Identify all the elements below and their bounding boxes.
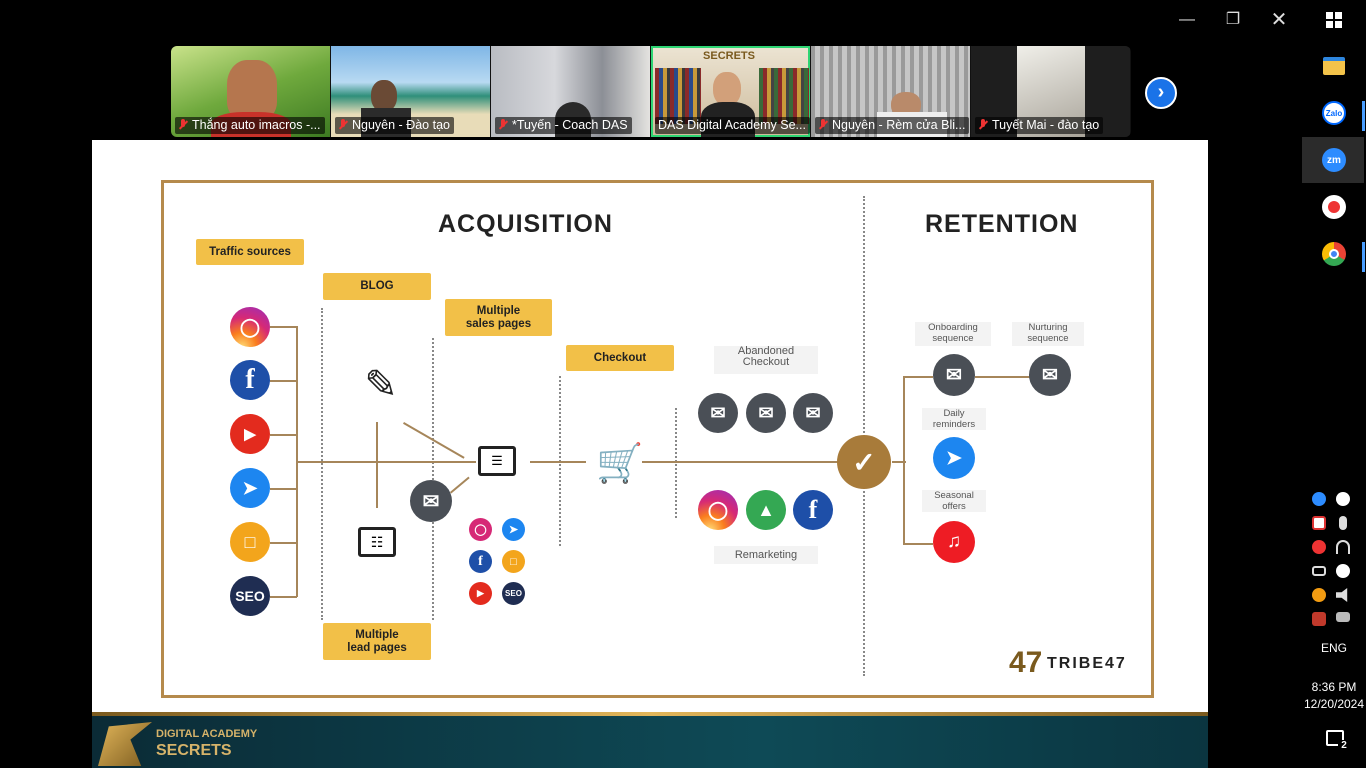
slide-footer-band: DIGITAL ACADEMY SECRETS [92, 712, 1208, 768]
sales-pages-tag: Multiple sales pages [445, 299, 552, 336]
folder-icon: □ [502, 550, 525, 573]
zalo-taskbar-icon[interactable]: Zalo [1322, 101, 1346, 125]
participant-name: Thắng auto imacros -... [175, 117, 325, 134]
email-icon: ✉ [933, 354, 975, 396]
messenger-icon: ➤ [933, 437, 975, 479]
cart-icon: 🛒 [596, 443, 644, 485]
checkmark-icon: ✓ [837, 435, 891, 489]
messenger-icon: ➤ [502, 518, 525, 541]
app-tray-icon[interactable] [1312, 612, 1326, 626]
windows-start-icon[interactable] [1326, 12, 1342, 28]
traffic-sources-tag: Traffic sources [196, 239, 304, 265]
instagram-icon: ◯ [230, 307, 270, 347]
participant-name: Nguyên - Đào tạo [335, 117, 454, 134]
battery-tray-icon[interactable] [1312, 566, 1326, 576]
daily-reminders-label: Daily reminders [922, 408, 986, 430]
file-explorer-icon[interactable] [1323, 57, 1345, 75]
instagram-icon: ◯ [698, 490, 738, 530]
instagram-icon: ◯ [469, 518, 492, 541]
folder-icon: □ [230, 522, 270, 562]
seo-icon: SEO [502, 582, 525, 605]
abandoned-checkout-label: Abandoned Checkout [714, 346, 818, 374]
app-tray-icon[interactable] [1312, 588, 1326, 602]
participant-tile-active[interactable]: SECRETS DAS Digital Academy Se... [651, 46, 810, 137]
id-card-icon: ☷ [358, 527, 396, 557]
bookshelf [759, 68, 809, 124]
lead-pages-tag: Multiple lead pages [323, 623, 431, 660]
email-icon: ✉ [410, 480, 452, 522]
wing-icon [98, 722, 152, 766]
participant-name: DAS Digital Academy Se... [655, 117, 810, 134]
facebook-icon: f [793, 490, 833, 530]
email-icon: ✉ [698, 393, 738, 433]
slide-frame [161, 180, 1154, 698]
seo-icon: SEO [230, 576, 270, 616]
clock-time[interactable]: 8:36 PM [1302, 680, 1366, 694]
zalo-tray-icon[interactable] [1336, 492, 1350, 506]
display-tray-icon[interactable] [1336, 612, 1350, 622]
nurturing-label: Nurturing sequence [1012, 322, 1084, 346]
checkout-tag: Checkout [566, 345, 674, 371]
restore-button[interactable]: ❐ [1213, 8, 1253, 32]
digital-academy-logo: DIGITAL ACADEMY SECRETS [98, 722, 258, 766]
remarketing-label: Remarketing [714, 546, 818, 564]
zoom-taskbar-icon[interactable]: zm [1322, 148, 1346, 172]
acquisition-title: ACQUISITION [438, 210, 613, 238]
bookshelf [655, 68, 701, 124]
facebook-icon: f [469, 550, 492, 573]
edit-icon: ✎ [364, 363, 398, 407]
zoom-tray-icon[interactable] [1312, 492, 1326, 506]
sales-page-icon: ☰ [478, 446, 516, 476]
avatar [713, 72, 741, 106]
mic-muted-icon [338, 119, 348, 131]
seasonal-offers-label: Seasonal offers [922, 490, 986, 512]
mic-muted-icon [178, 119, 188, 131]
adwords-icon: ▲ [746, 490, 786, 530]
participant-name: Nguyên - Rèm cửa Bli... [815, 117, 970, 134]
facebook-icon: f [230, 360, 270, 400]
youtube-icon: ▶ [230, 414, 270, 454]
mic-muted-icon [818, 119, 828, 131]
email-icon: ✉ [746, 393, 786, 433]
app-tray-icon[interactable] [1312, 540, 1326, 554]
participant-tile[interactable]: Thắng auto imacros -... [171, 46, 330, 137]
next-participants-button[interactable]: › [1145, 77, 1177, 109]
minimize-button[interactable]: — [1167, 8, 1207, 32]
email-icon: ✉ [793, 393, 833, 433]
messenger-icon: ➤ [230, 468, 270, 508]
retention-title: RETENTION [925, 210, 1079, 238]
mic-muted-icon [498, 119, 508, 131]
participant-tile[interactable]: Tuyết Mai - đào tạo [971, 46, 1130, 137]
participant-tile[interactable]: Nguyên - Đào tạo [331, 46, 490, 137]
record-tray-icon[interactable] [1336, 564, 1350, 578]
participant-tile[interactable]: *Tuyến - Coach DAS [491, 46, 650, 137]
onboarding-label: Onboarding sequence [915, 322, 991, 346]
tribe47-mark-icon: 47 [1009, 646, 1043, 679]
bell-icon: ♫ [933, 521, 975, 563]
vivaldi-tray-icon[interactable] [1312, 516, 1326, 530]
participant-tile[interactable]: Nguyên - Rèm cửa Bli... [811, 46, 970, 137]
participant-strip: Thắng auto imacros -... Nguyên - Đào tạo… [171, 46, 1131, 137]
close-button[interactable]: ✕ [1259, 8, 1299, 32]
email-icon: ✉ [1029, 354, 1071, 396]
clock-date[interactable]: 12/20/2024 [1302, 697, 1366, 711]
chrome-taskbar-icon[interactable] [1322, 242, 1346, 266]
speaker-logo: SECRETS [703, 50, 755, 62]
youtube-icon: ▶ [469, 582, 492, 605]
shared-screen: ACQUISITION RETENTION Traffic sources BL… [92, 140, 1208, 768]
language-indicator[interactable]: ENG [1302, 641, 1366, 655]
participant-name: Tuyết Mai - đào tạo [975, 117, 1104, 134]
record-taskbar-icon[interactable] [1322, 195, 1346, 219]
tribe47-logo: 47 TRIBE47 [1009, 646, 1127, 679]
participant-name: *Tuyến - Coach DAS [495, 117, 632, 134]
wifi-tray-icon[interactable] [1336, 540, 1350, 554]
mic-muted-icon [978, 119, 988, 131]
notification-count: 2 [1338, 740, 1350, 752]
avatar [227, 60, 277, 120]
blog-tag: BLOG [323, 273, 431, 300]
microphone-tray-icon[interactable] [1339, 516, 1347, 530]
